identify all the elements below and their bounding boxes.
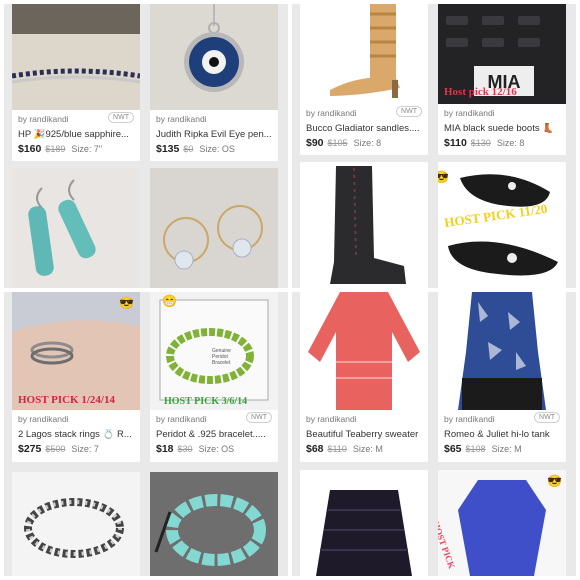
listing-price: $110	[444, 137, 467, 149]
listing-card[interactable]	[12, 168, 140, 288]
grid-top-left: by randikandi NWT HP 🎉925/blue sapphire.…	[4, 4, 288, 288]
nwt-badge: NWT	[396, 106, 422, 117]
listing-image[interactable]	[438, 292, 566, 410]
listing-image[interactable]	[300, 292, 428, 410]
original-price: $30	[177, 444, 193, 454]
listing-title[interactable]: HP 🎉925/blue sapphire...	[18, 129, 136, 140]
nwt-badge: NWT	[246, 412, 272, 423]
listing-card[interactable]	[12, 472, 140, 576]
listing-image[interactable]	[12, 168, 140, 288]
seller-name[interactable]: by randikandi	[306, 108, 357, 118]
original-price: $105	[327, 138, 348, 148]
listing-size: Size: OS	[199, 144, 235, 154]
hoop-earrings-photo	[163, 205, 263, 270]
listing-size: Size: M	[491, 444, 522, 454]
original-price: $500	[45, 444, 66, 454]
hi-lo-tank-photo	[458, 292, 546, 410]
listing-title[interactable]: Beautiful Teaberry sweater	[306, 429, 424, 440]
listing-image[interactable]	[300, 4, 428, 104]
listing-title[interactable]: Romeo & Juliet hi-lo tank	[444, 429, 562, 440]
listing-image[interactable]: Genuine Peridot Bracelet 😁 HOST PICK 3/6…	[150, 292, 278, 410]
listing-card[interactable]: by randikandi Judith Ripka Evil Eye pen.…	[150, 4, 278, 161]
listing-image[interactable]	[150, 472, 278, 576]
nwt-badge: NWT	[534, 412, 560, 423]
listing-image[interactable]: 😎 HOST PICK	[438, 470, 566, 576]
listing-card[interactable]	[300, 162, 428, 288]
listing-card[interactable]	[300, 470, 428, 576]
listing-card[interactable]: by randikandi NWT Romeo & Juliet hi-lo t…	[438, 292, 566, 462]
ring-photo	[12, 4, 140, 110]
listing-price: $135	[156, 143, 180, 155]
evil-eye-pendant-photo	[150, 4, 278, 110]
listing-card[interactable]: 😎 HOST PICK 1/24/14 by randikandi 2 Lago…	[12, 292, 140, 462]
listing-image[interactable]: MIA Host pick 12/16	[438, 4, 566, 104]
seller-name[interactable]: by randikandi	[18, 414, 69, 424]
seller-name[interactable]: by randikandi	[306, 414, 357, 424]
listing-size: Size: 7	[71, 444, 99, 454]
listing-price: $65	[444, 443, 462, 455]
seller-name[interactable]: by randikandi	[18, 114, 69, 124]
host-pick-label: Host pick 12/16	[444, 86, 517, 98]
original-price: $110	[327, 444, 347, 454]
nwt-badge: NWT	[108, 112, 134, 123]
sunglasses-emoji-icon: 😎	[438, 170, 449, 184]
listing-image[interactable]	[300, 162, 428, 288]
listing-size: Size: 8	[353, 138, 382, 148]
listing-image[interactable]	[150, 168, 278, 288]
box-label: Genuine Peridot Bracelet	[212, 348, 231, 366]
listing-image[interactable]	[12, 472, 140, 576]
grid-top-right: by randikandi NWT Bucco Gladiator sandle…	[292, 4, 576, 288]
original-price: $108	[465, 444, 486, 454]
listing-price: $68	[306, 443, 324, 455]
seller-name[interactable]: by randikandi	[444, 108, 495, 118]
smile-emoji-icon: 😁	[162, 294, 177, 308]
listing-image[interactable]	[150, 4, 278, 110]
aqua-bracelet-photo	[150, 472, 278, 576]
gladiator-sandals-photo	[330, 4, 400, 98]
original-price: $0	[183, 144, 194, 154]
listing-size: Size: OS	[198, 444, 235, 454]
lace-up-boot-photo	[330, 166, 406, 284]
listing-size: Size: 7"	[71, 144, 103, 154]
listing-card[interactable]: MIA Host pick 12/16 by randikandi MIA bl…	[438, 4, 566, 155]
grid-bottom-right: by randikandi Beautiful Teaberry sweater…	[292, 292, 576, 576]
listing-price: $275	[18, 443, 42, 455]
listing-title[interactable]: 2 Lagos stack rings 💍 R...	[18, 429, 136, 440]
listing-card[interactable]: by randikandi NWT Bucco Gladiator sandle…	[300, 4, 428, 155]
original-price: $189	[45, 144, 66, 154]
listing-price: $90	[306, 137, 324, 149]
sunglasses-emoji-icon: 😎	[119, 296, 134, 310]
seller-name[interactable]: by randikandi	[444, 414, 495, 424]
seller-name[interactable]: by randikandi	[156, 414, 207, 424]
bead-bracelet-photo	[24, 498, 124, 558]
listing-card[interactable]: Genuine Peridot Bracelet 😁 HOST PICK 3/6…	[150, 292, 278, 462]
listing-card[interactable]: 😎 HOST PICK	[438, 470, 566, 576]
listing-title[interactable]: MIA black suede boots 👢	[444, 123, 562, 134]
turquoise-earrings-photo	[28, 179, 96, 276]
listing-image[interactable]: 😎 HOST PICK 1/24/14	[12, 292, 140, 410]
listing-image[interactable]	[12, 4, 140, 110]
listing-title[interactable]: Peridot & .925 bracelet.....	[156, 429, 274, 440]
listing-image[interactable]	[300, 470, 428, 576]
original-price: $130	[470, 138, 491, 148]
teaberry-sweater-photo	[308, 292, 420, 410]
listing-title[interactable]: Judith Ripka Evil Eye pen...	[156, 129, 274, 140]
grid-bottom-left: 😎 HOST PICK 1/24/14 by randikandi 2 Lago…	[4, 292, 288, 576]
listing-title[interactable]: Bucco Gladiator sandles....	[306, 123, 424, 134]
listing-card[interactable]	[150, 472, 278, 576]
listing-card[interactable]: HOST PICK 11/20 😎	[438, 162, 566, 288]
listing-card[interactable]	[150, 168, 278, 288]
sunglasses-emoji-icon: 😎	[547, 474, 562, 488]
host-pick-label: HOST PICK 1/24/14	[18, 394, 115, 406]
sheer-top-photo	[316, 490, 412, 576]
listing-size: Size: 8	[496, 138, 525, 148]
listing-price: $18	[156, 443, 174, 455]
host-pick-label: HOST PICK 3/6/14	[164, 396, 248, 407]
listing-card[interactable]: by randikandi Beautiful Teaberry sweater…	[300, 292, 428, 462]
listing-size: Size: M	[352, 444, 383, 454]
listing-image[interactable]: HOST PICK 11/20 😎	[438, 162, 566, 288]
listing-price: $160	[18, 143, 42, 155]
seller-name[interactable]: by randikandi	[156, 114, 207, 124]
listing-card[interactable]: by randikandi NWT HP 🎉925/blue sapphire.…	[12, 4, 140, 161]
